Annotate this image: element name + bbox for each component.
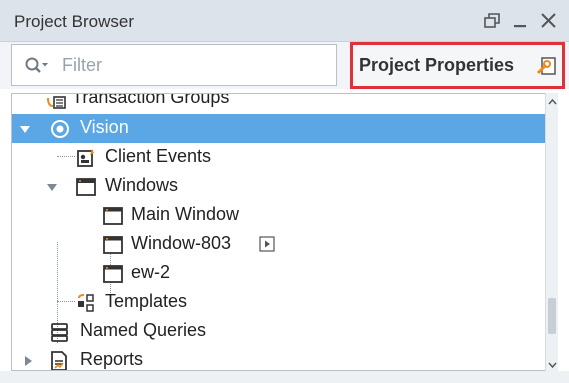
tree-item-window-803[interactable]: Window-803 — [12, 230, 546, 259]
tree-item-label: Named Queries — [80, 320, 207, 340]
project-properties-label: Project Properties — [359, 55, 515, 75]
tree-item-named-queries[interactable]: Named Queries — [12, 317, 546, 346]
title-bar: Project Browser — [0, 0, 569, 42]
tree-scrollbar[interactable] — [545, 93, 558, 371]
close-icon[interactable] — [538, 10, 560, 32]
filter-placeholder: Filter — [62, 55, 102, 75]
restore-icon[interactable] — [481, 10, 503, 32]
panel-title: Project Browser — [14, 12, 134, 31]
tree-item-label: Reports — [80, 349, 144, 369]
vision-icon — [49, 118, 71, 140]
expanded-arrow-icon[interactable] — [46, 180, 58, 192]
tree-item-label: Client Events — [105, 146, 212, 166]
tree-item-templates[interactable]: Templates — [12, 288, 546, 317]
tree-item-label: Main Window — [131, 204, 240, 224]
scroll-up-icon[interactable] — [547, 95, 558, 106]
project-browser-panel: Project Browser Filter Project Propertie… — [0, 0, 569, 383]
tree-item-label: Windows — [105, 175, 179, 195]
window-icon — [102, 263, 124, 285]
client-events-icon — [75, 147, 97, 169]
tree-item-label: Window-803 — [131, 233, 232, 253]
filter-input[interactable]: Filter — [11, 44, 337, 86]
named-queries-icon — [48, 321, 70, 343]
minimize-icon[interactable] — [510, 10, 532, 32]
tree-item-label: Templates — [105, 291, 188, 311]
open-play-icon[interactable] — [259, 236, 275, 252]
project-properties-button[interactable]: Project Properties — [350, 42, 565, 89]
reports-icon — [48, 350, 70, 370]
tree-item-main-window[interactable]: Main Window — [12, 201, 546, 230]
tree-item-ew-2[interactable]: ew-2 — [12, 259, 546, 288]
collapsed-arrow-icon[interactable] — [22, 354, 34, 366]
window-icon — [102, 205, 124, 227]
resize-grip-icon[interactable] — [262, 375, 308, 381]
project-properties-icon — [536, 55, 558, 77]
transaction-groups-icon — [45, 94, 67, 110]
window-folder-icon — [75, 176, 97, 198]
tree-item-label: Vision — [80, 117, 129, 137]
scrollbar-thumb[interactable] — [548, 298, 556, 334]
tree-item-transaction-groups[interactable]: Transaction Groups — [12, 93, 546, 113]
tree-item-client-events[interactable]: Client Events — [12, 143, 546, 172]
search-dropdown-icon[interactable] — [24, 56, 50, 76]
project-tree[interactable]: Transaction Groups Vision Client Events — [11, 93, 557, 371]
tree-item-label: Transaction Groups — [72, 93, 230, 107]
scroll-down-icon[interactable] — [547, 357, 558, 369]
expanded-arrow-icon[interactable] — [19, 122, 31, 134]
tree-item-vision[interactable]: Vision — [12, 114, 546, 143]
tree-item-reports[interactable]: Reports — [12, 346, 546, 370]
templates-icon — [75, 292, 97, 314]
window-icon — [102, 234, 124, 256]
tree-item-label: ew-2 — [131, 262, 171, 282]
tree-item-windows[interactable]: Windows — [12, 172, 546, 201]
